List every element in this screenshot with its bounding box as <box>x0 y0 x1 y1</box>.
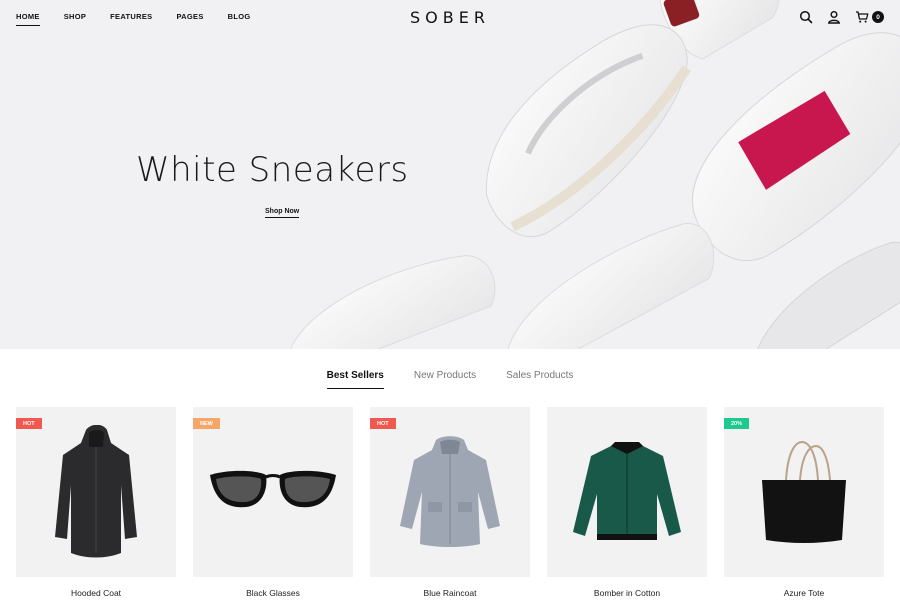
product-name[interactable]: Black Glasses <box>193 588 353 598</box>
cart-button[interactable]: 0 <box>855 10 884 24</box>
product-card[interactable]: HOT Blue Raincoat <box>370 407 530 598</box>
cart-icon <box>856 11 869 23</box>
cart-count-badge: 0 <box>872 11 884 23</box>
product-image[interactable]: 20% <box>724 407 884 577</box>
product-tabs: Best Sellers New Products Sales Products <box>0 370 900 389</box>
azure-tote-image <box>762 440 846 543</box>
product-badge: NEW <box>193 418 220 429</box>
sneakers-illustration <box>289 0 900 349</box>
black-glasses-image <box>210 470 336 508</box>
product-image[interactable]: HOT <box>16 407 176 577</box>
product-name[interactable]: Blue Raincoat <box>370 588 530 598</box>
search-icon[interactable] <box>799 10 813 24</box>
product-name[interactable]: Azure Tote <box>724 588 884 598</box>
tab-sales-products[interactable]: Sales Products <box>506 370 573 389</box>
product-image[interactable]: HOT <box>370 407 530 577</box>
product-card[interactable]: Bomber in Cotton <box>547 407 707 598</box>
product-name[interactable]: Hooded Coat <box>16 588 176 598</box>
hero-title: White Sneakers <box>136 150 409 190</box>
shop-now-link[interactable]: Shop Now <box>265 208 300 218</box>
product-card[interactable]: NEW Black Glasses <box>193 407 353 598</box>
hero-banner: White Sneakers Shop Now <box>0 0 900 349</box>
product-badge: 20% <box>724 418 750 429</box>
tab-new-products[interactable]: New Products <box>414 370 476 389</box>
hooded-coat-image <box>55 424 137 557</box>
bomber-jacket-image <box>573 442 681 540</box>
product-badge: HOT <box>16 418 42 429</box>
product-grid: HOT Hooded Coat NEW Black Glasses HOT Bl… <box>16 407 884 598</box>
product-badge: HOT <box>370 418 396 429</box>
product-card[interactable]: HOT Hooded Coat <box>16 407 176 598</box>
site-logo[interactable]: SOBER <box>0 8 900 27</box>
product-card[interactable]: 20% Azure Tote <box>724 407 884 598</box>
product-image[interactable] <box>547 407 707 577</box>
account-icon[interactable] <box>827 10 841 24</box>
product-image[interactable]: NEW <box>193 407 353 577</box>
tab-best-sellers[interactable]: Best Sellers <box>326 370 385 389</box>
blue-raincoat-image <box>400 436 500 547</box>
product-name[interactable]: Bomber in Cotton <box>547 588 707 598</box>
header-tools: 0 <box>799 10 884 24</box>
site-header: HOME SHOP FEATURES PAGES BLOG SOBER 0 <box>0 0 900 36</box>
